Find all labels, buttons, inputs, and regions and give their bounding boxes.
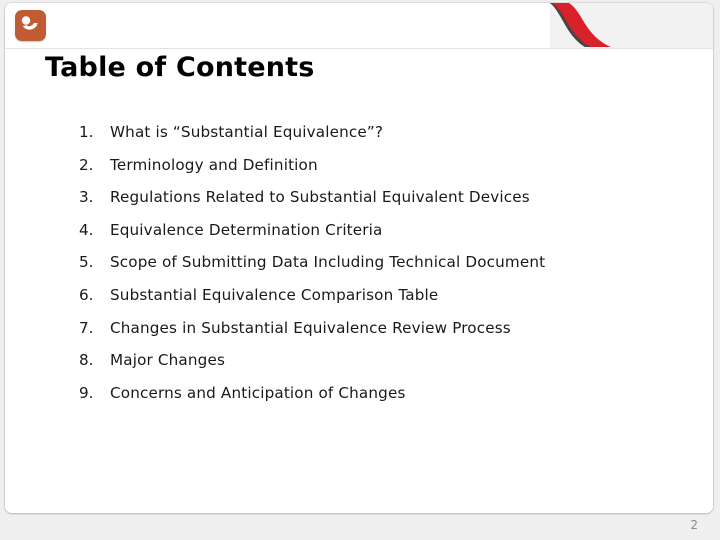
list-item-number: 8.: [79, 351, 94, 370]
list-item[interactable]: 2. Terminology and Definition: [79, 156, 679, 189]
page-number: 2: [690, 518, 698, 532]
list-item[interactable]: 9. Concerns and Anticipation of Changes: [79, 384, 679, 417]
list-item[interactable]: 7. Changes in Substantial Equivalence Re…: [79, 319, 679, 352]
list-item-label: Equivalence Determination Criteria: [110, 220, 383, 239]
list-item-label: Major Changes: [110, 351, 226, 370]
list-item-number: 1.: [79, 123, 94, 141]
list-item-label: Regulations Related to Substantial Equiv…: [110, 188, 530, 207]
list-item-number: 3.: [79, 188, 94, 207]
list-item[interactable]: 5. Scope of Submitting Data Including Te…: [79, 253, 679, 286]
slide-header-band: [5, 3, 713, 49]
list-item[interactable]: 3. Regulations Related to Substantial Eq…: [79, 188, 679, 221]
list-item-number: 2.: [79, 155, 94, 174]
list-item-label: Scope of Submitting Data Including Techn…: [110, 253, 546, 272]
list-item[interactable]: 8. Major Changes: [79, 351, 679, 384]
list-item-number: 6.: [79, 285, 94, 304]
header-white-region: [5, 3, 550, 49]
page-title: Table of Contents: [45, 52, 315, 83]
list-item[interactable]: 6. Substantial Equivalence Comparison Ta…: [79, 286, 679, 319]
list-item-number: 9.: [79, 383, 94, 402]
list-item-label: Substantial Equivalence Comparison Table: [110, 285, 439, 304]
table-of-contents-list: 1. What is “Substantial Equivalence”? 2.…: [79, 123, 679, 416]
list-item-number: 7.: [79, 318, 94, 337]
slide-card: Table of Contents 1. What is “Substantia…: [5, 3, 713, 513]
list-item-number: 5.: [79, 253, 94, 272]
list-item-label: What is “Substantial Equivalence”?: [110, 123, 384, 141]
list-item[interactable]: 1. What is “Substantial Equivalence”?: [79, 123, 679, 156]
list-item-number: 4.: [79, 220, 94, 239]
list-item-label: Changes in Substantial Equivalence Revie…: [110, 318, 511, 337]
smiley-face-logo-icon: [15, 10, 46, 41]
list-item[interactable]: 4. Equivalence Determination Criteria: [79, 221, 679, 254]
list-item-label: Concerns and Anticipation of Changes: [110, 383, 406, 402]
list-item-label: Terminology and Definition: [110, 155, 318, 174]
